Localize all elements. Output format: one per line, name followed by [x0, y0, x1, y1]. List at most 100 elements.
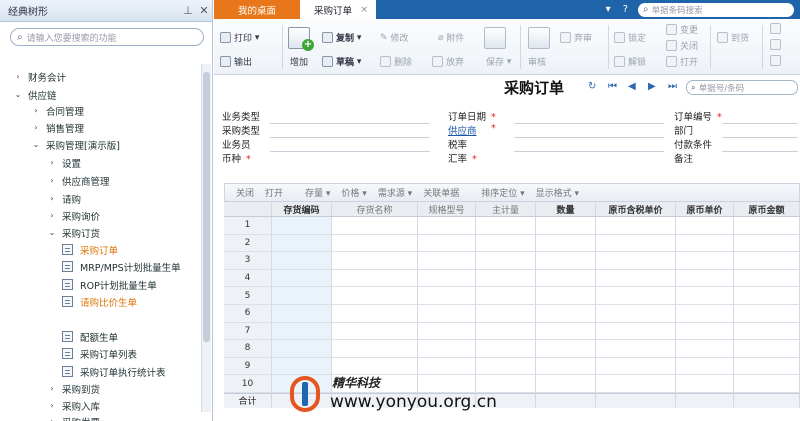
tree-item[interactable]: › 设置	[46, 154, 81, 171]
lock-button[interactable]: 锁定	[614, 31, 646, 44]
table-cell[interactable]	[676, 287, 734, 304]
table-cell[interactable]	[676, 375, 734, 392]
grid-toolbar-item[interactable]: 排序定位 ▾	[481, 186, 524, 199]
column-header[interactable]: 原币金额	[734, 202, 800, 216]
chevron-down-icon[interactable]: ⌄	[30, 140, 42, 149]
tree-item[interactable]: 配额生单	[62, 328, 118, 345]
table-cell[interactable]	[596, 322, 676, 340]
tree-item[interactable]: › 合同管理	[30, 102, 84, 119]
document-number-search[interactable]: ⌕ 单据号/条码	[686, 80, 798, 95]
table-cell[interactable]	[272, 304, 332, 322]
tree-item[interactable]: ⌄ 采购管理[演示版]	[30, 136, 120, 153]
table-cell[interactable]	[272, 252, 332, 269]
tree-item[interactable]: ⌄ 供应链	[12, 86, 57, 103]
tree-item[interactable]: ROP计划批量生单	[62, 276, 157, 293]
table-cell[interactable]	[734, 234, 800, 252]
tree-item[interactable]: › 供应商管理	[46, 172, 109, 189]
table-cell[interactable]	[734, 340, 800, 357]
chevron-down-icon[interactable]: ⌄	[46, 228, 58, 237]
chevron-right-icon[interactable]: ›	[12, 72, 24, 81]
add-button[interactable]: 增加	[290, 55, 308, 68]
more-button-3[interactable]	[770, 55, 784, 66]
table-cell[interactable]	[596, 269, 676, 287]
table-cell[interactable]	[596, 357, 676, 375]
table-cell[interactable]	[418, 217, 476, 234]
more-button-1[interactable]	[770, 23, 784, 34]
tree-item[interactable]: › 采购入库	[46, 397, 100, 414]
tree-item[interactable]: 采购订单列表	[62, 345, 137, 362]
abandon-button[interactable]: 弃审	[560, 31, 592, 44]
column-header[interactable]: 主计量	[476, 202, 536, 216]
approve-button[interactable]: 审核	[528, 55, 546, 68]
table-cell[interactable]	[676, 304, 734, 322]
table-cell[interactable]	[332, 304, 418, 322]
help-icon[interactable]: ?	[623, 4, 628, 15]
business-type-field[interactable]	[270, 123, 430, 124]
table-cell[interactable]	[596, 217, 676, 234]
table-cell[interactable]	[332, 287, 418, 304]
chevron-right-icon[interactable]: ›	[30, 123, 42, 132]
table-cell[interactable]	[596, 234, 676, 252]
tree-item[interactable]: › 销售管理	[30, 119, 84, 136]
tree-item[interactable]: › 请购	[46, 190, 81, 207]
tab-purchase-order[interactable]: 采购订单 ×	[300, 0, 376, 19]
table-cell[interactable]	[676, 252, 734, 269]
table-cell[interactable]	[734, 269, 800, 287]
table-cell[interactable]	[734, 375, 800, 392]
print-button[interactable]: 打印 ▾	[220, 31, 259, 44]
supplier-field[interactable]	[514, 137, 664, 138]
approve-icon[interactable]	[528, 27, 550, 49]
chevron-right-icon[interactable]: ›	[46, 176, 58, 185]
table-cell[interactable]	[332, 269, 418, 287]
next-record-icon[interactable]: ▶	[648, 81, 656, 92]
table-cell[interactable]	[596, 340, 676, 357]
table-row[interactable]: 5	[224, 287, 800, 305]
purchase-type-field[interactable]	[270, 137, 430, 138]
sidebar-scrollbar[interactable]	[201, 64, 211, 412]
table-row[interactable]: 2	[224, 234, 800, 253]
pin-icon[interactable]: ⊥	[180, 4, 196, 17]
column-header[interactable]: 规格型号	[418, 202, 476, 216]
more-button-2[interactable]	[770, 39, 784, 50]
column-header[interactable]: 数量	[536, 202, 596, 216]
table-cell[interactable]	[418, 304, 476, 322]
save-button[interactable]: 保存 ▾	[486, 55, 511, 69]
table-cell[interactable]	[536, 340, 596, 357]
scrollbar-thumb[interactable]	[203, 72, 210, 342]
table-row[interactable]: 3	[224, 252, 800, 270]
arrival-button[interactable]: 到货	[717, 31, 749, 44]
table-cell[interactable]	[596, 287, 676, 304]
table-row[interactable]: 4	[224, 269, 800, 288]
table-cell[interactable]	[332, 340, 418, 357]
function-search-input[interactable]: ⌕ 请输入您要搜索的功能	[10, 28, 204, 46]
prev-record-icon[interactable]: ◀	[628, 81, 636, 92]
table-row[interactable]: 6	[224, 304, 800, 323]
table-cell[interactable]	[476, 304, 536, 322]
tree-item[interactable]: ⌄ 采购订货	[46, 224, 100, 241]
order-no-field[interactable]	[722, 123, 798, 124]
table-cell[interactable]	[676, 234, 734, 252]
table-cell[interactable]	[332, 322, 418, 340]
output-button[interactable]: 输出	[220, 55, 252, 68]
chevron-right-icon[interactable]: ›	[46, 158, 58, 167]
table-cell[interactable]	[476, 217, 536, 234]
grid-toolbar-item[interactable]: 价格 ▾	[341, 186, 366, 199]
table-cell[interactable]	[476, 252, 536, 269]
chevron-right-icon[interactable]: ›	[46, 384, 58, 393]
table-cell[interactable]	[536, 234, 596, 252]
table-cell[interactable]	[536, 217, 596, 234]
table-cell[interactable]	[332, 234, 418, 252]
table-cell[interactable]	[272, 234, 332, 252]
tree-item[interactable]: › 采购询价	[46, 207, 100, 224]
column-header[interactable]	[224, 202, 272, 216]
table-cell[interactable]	[418, 340, 476, 357]
unlock-button[interactable]: 解锁	[614, 55, 646, 68]
table-cell[interactable]	[676, 357, 734, 375]
chevron-right-icon[interactable]: ›	[46, 211, 58, 220]
column-header[interactable]: 存货编码	[272, 202, 332, 216]
chevron-down-icon[interactable]: ⌄	[12, 90, 24, 99]
table-cell[interactable]	[536, 375, 596, 392]
tree-item[interactable]: › 采购到货	[46, 380, 100, 397]
table-cell[interactable]	[536, 287, 596, 304]
grid-toolbar-item[interactable]: 关联单据	[423, 186, 459, 199]
